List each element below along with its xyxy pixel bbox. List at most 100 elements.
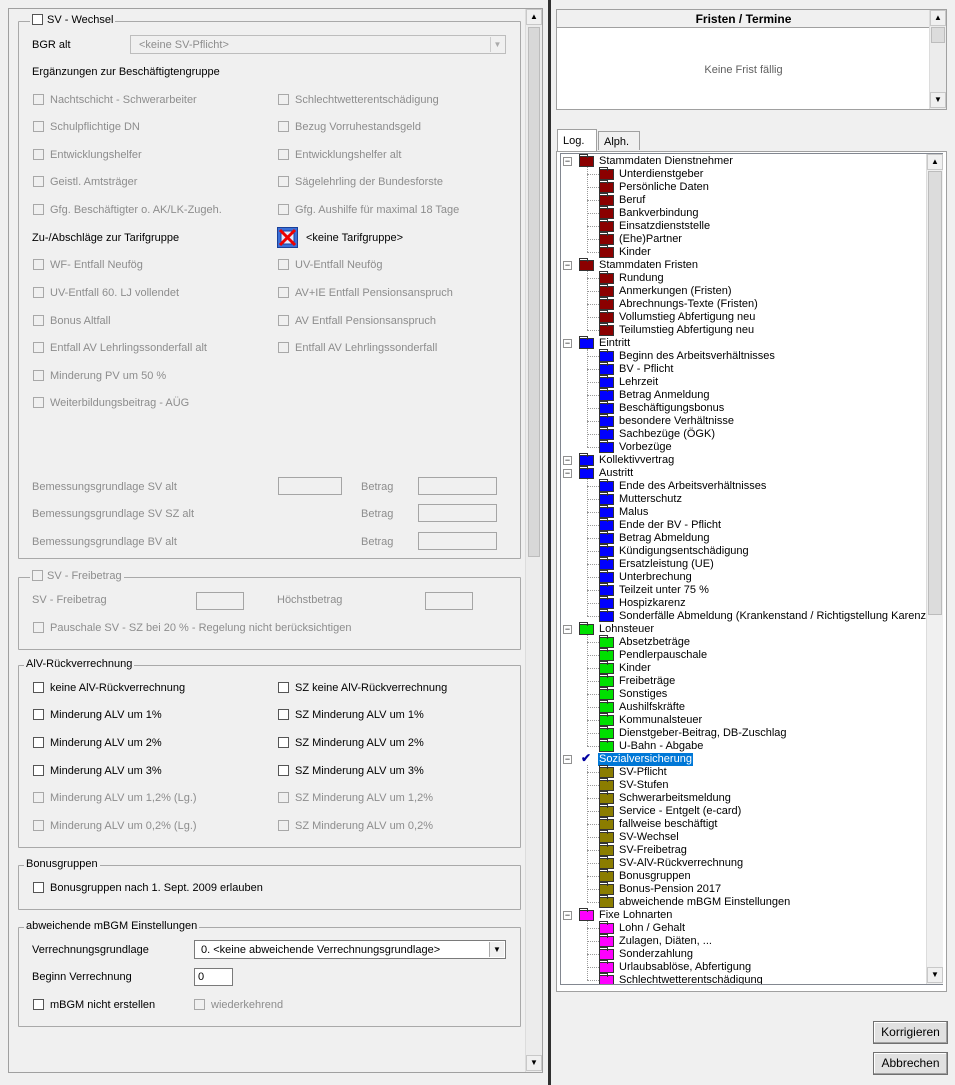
chevron-down-icon[interactable]: ▼	[489, 942, 504, 957]
tree-connector	[587, 499, 599, 500]
collapse-icon[interactable]: −	[563, 469, 572, 478]
tree-connector	[587, 876, 599, 877]
zuab-option-label: AV+IE Entfall Pensionsanspruch	[295, 287, 453, 299]
tree-leaf-label: Anmerkungen (Fristen)	[619, 285, 732, 297]
bemessung-sv-input[interactable]	[278, 477, 342, 495]
tree-connector	[587, 486, 599, 487]
folder-icon	[579, 453, 594, 466]
pauschale-label: Pauschale SV - SZ bei 20 % - Regelung ni…	[50, 622, 352, 634]
fristen-scrollbar[interactable]: ▲ ▼	[929, 10, 946, 109]
tab-alph[interactable]: Alph.	[598, 131, 640, 150]
tree-connector	[587, 889, 599, 890]
betrag-label: Betrag	[361, 481, 394, 493]
folder-icon	[599, 310, 614, 323]
sv-freibetrag-title: SV - Freibetrag	[47, 570, 122, 582]
abbrechen-button[interactable]: Abbrechen	[873, 1052, 948, 1075]
scroll-up-icon[interactable]: ▲	[526, 9, 542, 25]
tarif-picker-icon[interactable]	[277, 227, 298, 248]
folder-icon	[599, 648, 614, 661]
zuab-option-label: Weiterbildungsbeitrag - AÜG	[50, 397, 190, 409]
tree-leaf-label: Zulagen, Diäten, ...	[619, 935, 712, 947]
verrechnung-select[interactable]: 0. <keine abweichende Verrechnungsgrundl…	[194, 940, 506, 959]
tree-connector	[587, 642, 599, 643]
tab-log[interactable]: Log.	[557, 129, 597, 152]
freibetrag-input[interactable]	[196, 592, 244, 610]
tree-connector	[587, 616, 599, 617]
folder-icon	[579, 466, 594, 479]
korrigieren-button[interactable]: Korrigieren	[873, 1021, 948, 1044]
betrag-label: Betrag	[361, 536, 394, 548]
scroll-up-icon[interactable]: ▲	[927, 154, 943, 170]
hoechstbetrag-input[interactable]	[425, 592, 473, 610]
folder-icon	[599, 557, 614, 570]
tree-node-label: Kollektivvertrag	[599, 454, 675, 466]
navigation-tree[interactable]: − Stammdaten Dienstnehmer Unterdienstgeber…	[560, 153, 943, 985]
tree-leaf-label: Persönliche Daten	[619, 181, 709, 193]
folder-icon	[599, 570, 614, 583]
tree-connector	[587, 447, 599, 448]
fristen-header: Fristen / Termine	[557, 10, 930, 28]
tree-connector	[587, 525, 599, 526]
ergaenzung-label: Nachtschicht - Schwerarbeiter	[50, 94, 197, 106]
sv-wechsel-header: SV - Wechsel	[30, 14, 116, 27]
tree-connector	[587, 921, 588, 980]
zuab-option-label: Entfall AV Lehrlingssonderfall alt	[50, 342, 207, 354]
ergaenzung-label: Schulpflichtige DN	[50, 121, 140, 133]
tree-connector	[587, 811, 599, 812]
folder-icon	[599, 206, 614, 219]
mbgm-wiederkehrend-label: wiederkehrend	[211, 999, 284, 1011]
collapse-icon[interactable]: −	[563, 261, 572, 270]
tree-leaf-label: Pendlerpauschale	[619, 649, 708, 661]
betrag-svsz-input[interactable]	[418, 504, 497, 522]
collapse-icon[interactable]: −	[563, 625, 572, 634]
scroll-up-icon[interactable]: ▲	[930, 10, 946, 26]
tree-connector	[587, 746, 599, 747]
fristen-title: Fristen / Termine	[695, 12, 792, 26]
tree-connector	[587, 226, 599, 227]
scroll-thumb[interactable]	[528, 27, 540, 557]
tree-scrollbar[interactable]: ▲ ▼	[926, 154, 943, 984]
folder-icon	[599, 479, 614, 492]
collapse-icon[interactable]: −	[563, 456, 572, 465]
collapse-icon[interactable]: −	[563, 339, 572, 348]
scroll-thumb[interactable]	[931, 27, 945, 43]
folder-icon	[599, 596, 614, 609]
tree-connector	[587, 434, 599, 435]
tree-leaf-label: Schwerarbeitsmeldung	[619, 792, 731, 804]
sv-freibetrag-checkbox[interactable]	[32, 570, 43, 581]
tree-connector	[587, 551, 599, 552]
zuab-label: Zu-/Abschläge zur Tarifgruppe	[32, 232, 180, 244]
tree-leaf-label: Sonderfälle Abmeldung (Krankenstand / Ri…	[619, 610, 930, 622]
scroll-down-icon[interactable]: ▼	[930, 92, 946, 108]
tree-leaf-label: Kündigungsentschädigung	[619, 545, 749, 557]
scroll-down-icon[interactable]: ▼	[526, 1055, 542, 1071]
tree-leaf-label: Betrag Abmeldung	[619, 532, 710, 544]
tree-leaf-label: abweichende mBGM Einstellungen	[619, 896, 791, 908]
tree-connector	[587, 967, 599, 968]
tree-node-label: Stammdaten Fristen	[599, 259, 699, 271]
alv-option-label: Minderung ALV um 3%	[50, 765, 162, 777]
zuab-option-label: WF- Entfall Neufög	[50, 259, 143, 271]
betrag-sv-input[interactable]	[418, 477, 497, 495]
ergaenzung-label: Gfg. Aushilfe für maximal 18 Tage	[295, 204, 460, 216]
scroll-thumb[interactable]	[928, 171, 942, 615]
beginn-input[interactable]: 0	[194, 968, 233, 986]
bemessung-bv-label: Bemessungsgrundlage BV alt	[32, 536, 177, 548]
tree-connector	[587, 538, 599, 539]
folder-icon	[599, 921, 614, 934]
betrag-bv-input[interactable]	[418, 532, 497, 550]
alv-option-label: Minderung ALV um 1,2% (Lg.)	[50, 792, 197, 804]
left-scrollbar[interactable]: ▲ ▼	[525, 9, 542, 1072]
tree-connector	[587, 928, 599, 929]
collapse-icon[interactable]: −	[563, 911, 572, 920]
mbgm-title: abweichende mBGM Einstellungen	[24, 920, 200, 933]
tree-connector	[587, 239, 599, 240]
bgr-select[interactable]: <keine SV-Pflicht> ▼	[130, 35, 506, 54]
collapse-icon[interactable]: −	[563, 755, 572, 764]
alv-option-label: SZ Minderung ALV um 2%	[295, 737, 424, 749]
collapse-icon[interactable]: −	[563, 157, 572, 166]
scroll-down-icon[interactable]: ▼	[927, 967, 943, 983]
sv-wechsel-checkbox[interactable]	[32, 14, 43, 25]
ergaenzung-label: Geistl. Amtsträger	[50, 176, 138, 188]
folder-icon	[579, 258, 594, 271]
